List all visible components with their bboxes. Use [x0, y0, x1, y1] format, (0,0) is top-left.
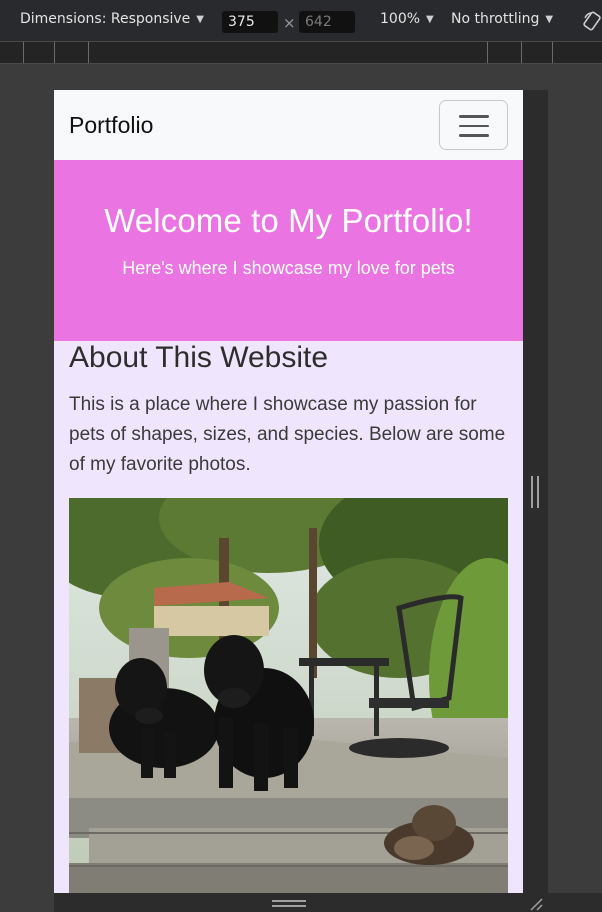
- navbar-brand[interactable]: Portfolio: [69, 112, 153, 139]
- about-title: About This Website: [69, 341, 329, 374]
- hero-banner: Welcome to My Portfolio! Here's where I …: [54, 160, 523, 341]
- chevron-down-icon: ▼: [426, 13, 434, 25]
- width-input[interactable]: 375: [222, 11, 278, 33]
- dimensions-label: Dimensions: Responsive: [20, 11, 191, 27]
- pet-photo: [69, 498, 508, 893]
- devtools-toolbar: Dimensions: Responsive ▼ 375 × 642 100% …: [0, 0, 602, 42]
- chevron-down-icon: ▼: [196, 13, 204, 25]
- zoom-label: 100%: [380, 11, 421, 27]
- viewport-bottom-bar: [54, 893, 602, 912]
- media-query-ruler: [0, 42, 602, 64]
- navbar: Portfolio: [54, 90, 523, 160]
- resize-corner-icon[interactable]: [528, 896, 544, 912]
- throttling-label: No throttling: [451, 11, 540, 27]
- device-viewport: Portfolio Welcome to My Portfolio! Here'…: [54, 90, 523, 893]
- height-input[interactable]: 642: [299, 11, 355, 33]
- hero-subtitle: Here's where I showcase my love for pets: [122, 258, 455, 278]
- throttling-dropdown[interactable]: No throttling ▼: [451, 11, 553, 27]
- about-text: This is a place where I showcase my pass…: [69, 394, 506, 475]
- resize-handle-bottom[interactable]: [272, 900, 306, 908]
- dimensions-dropdown[interactable]: Dimensions: Responsive ▼: [20, 11, 204, 27]
- hero-title: Welcome to My Portfolio!: [104, 202, 473, 239]
- navbar-toggler-button[interactable]: [439, 100, 508, 150]
- zoom-dropdown[interactable]: 100% ▼: [380, 11, 434, 27]
- hamburger-icon: [459, 115, 489, 118]
- times-icon: ×: [283, 14, 296, 32]
- resize-handle-right[interactable]: [531, 476, 540, 508]
- rotate-icon[interactable]: [582, 10, 602, 32]
- chevron-down-icon: ▼: [545, 13, 554, 25]
